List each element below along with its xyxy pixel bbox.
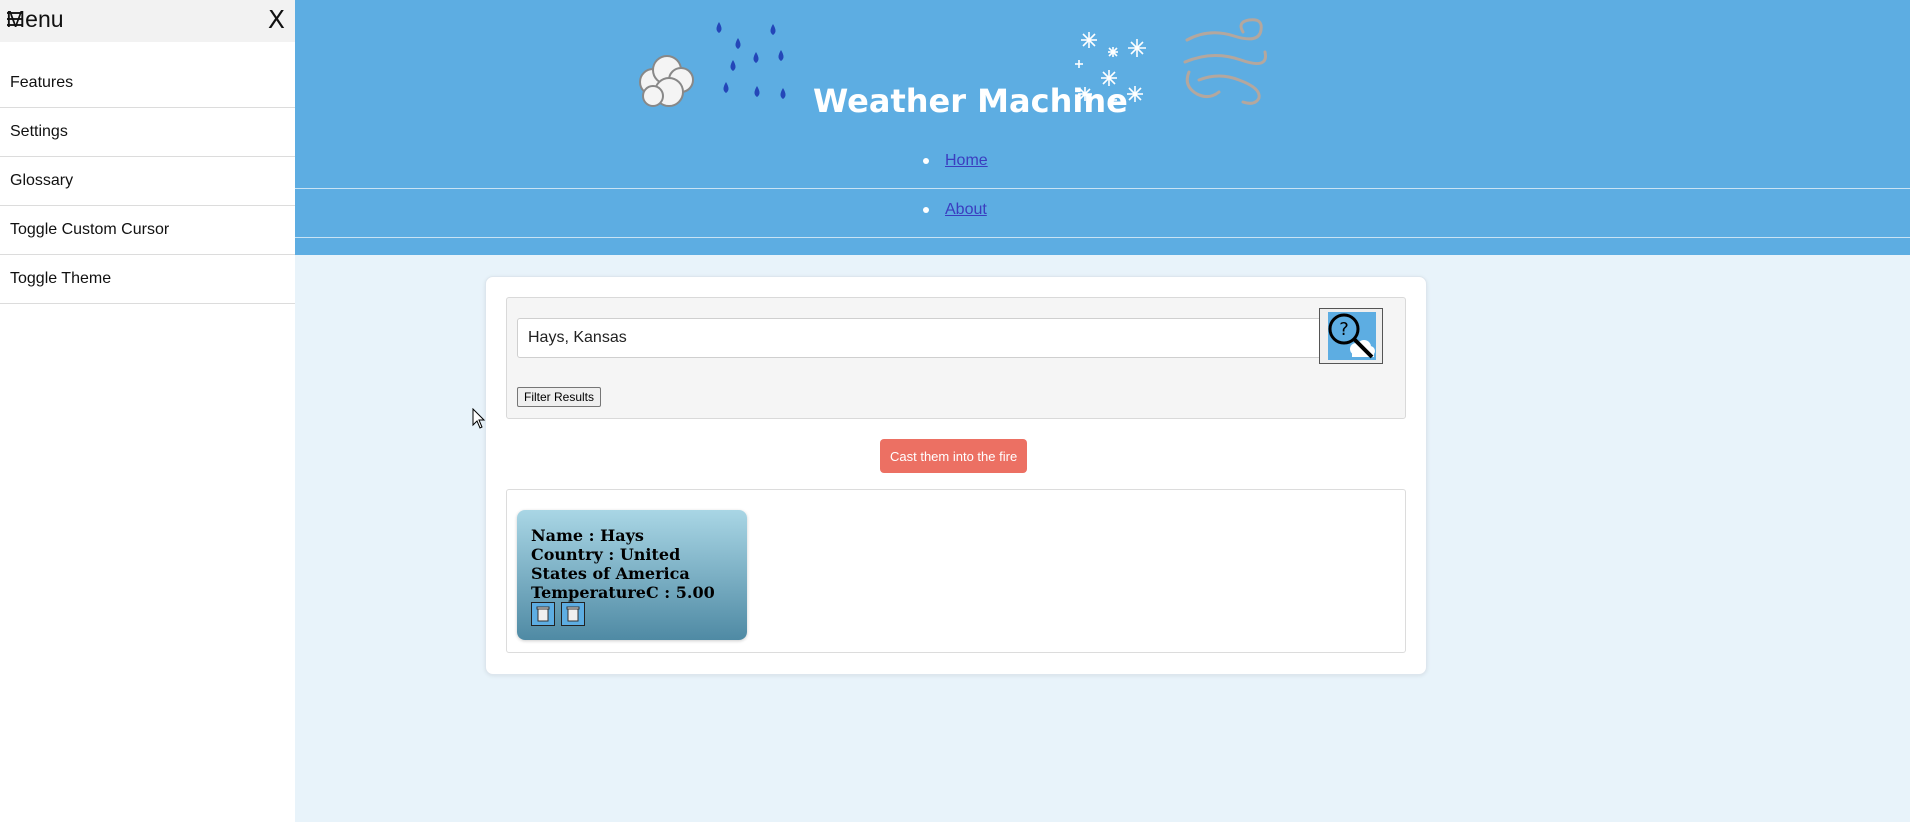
search-button[interactable]: ? — [1319, 308, 1383, 364]
menu-title: Menu — [6, 6, 64, 32]
card-actions — [531, 602, 587, 626]
sidebar-item-settings[interactable]: Settings — [0, 108, 295, 157]
sidebar-item-toggle-theme[interactable]: Toggle Theme — [0, 255, 295, 304]
nav-link-about[interactable]: About — [945, 201, 987, 219]
results-container: Name : Hays Country : United States of A… — [506, 489, 1406, 653]
trash-icon[interactable] — [561, 602, 586, 626]
nav-link-home[interactable]: Home — [945, 152, 988, 170]
sidebar-item-glossary[interactable]: Glossary — [0, 157, 295, 206]
main-nav: Home About — [295, 140, 1910, 238]
city-country: Country : United States of America — [531, 545, 690, 583]
filter-results-button[interactable]: Filter Results — [517, 387, 602, 407]
nav-item-home: Home — [295, 140, 1910, 189]
bullet-icon — [923, 158, 929, 164]
close-menu-button[interactable]: X — [268, 5, 285, 34]
sidebar-menu: Features Settings Glossary Toggle Custom… — [0, 59, 295, 304]
nav-item-about: About — [295, 189, 1910, 238]
sidebar: Menu X Features Settings Glossary Toggle… — [0, 0, 295, 822]
magnifier-question-icon: ? — [1328, 312, 1376, 360]
sidebar-header: Menu X — [0, 0, 295, 42]
svg-text:?: ? — [1339, 319, 1349, 340]
weather-card: ? Filter Results Cast them into the fire… — [485, 276, 1427, 675]
wind-icon — [1183, 18, 1267, 105]
sidebar-item-toggle-custom-cursor[interactable]: Toggle Custom Cursor — [0, 206, 295, 255]
city-result-card[interactable]: Name : Hays Country : United States of A… — [517, 510, 747, 640]
rain-icon — [716, 22, 786, 99]
snow-icon — [1075, 32, 1146, 104]
location-search-input[interactable] — [517, 318, 1323, 358]
sidebar-item-features[interactable]: Features — [0, 59, 295, 108]
trash-icon[interactable] — [531, 602, 555, 626]
site-header: Weather Machine Home About — [295, 0, 1910, 255]
cloud-icon — [639, 55, 694, 107]
city-temperature: TemperatureC : 5.00 — [531, 583, 715, 602]
city-info: Name : Hays Country : United States of A… — [531, 526, 736, 602]
search-panel: ? Filter Results — [506, 297, 1406, 419]
city-name: Name : Hays — [531, 526, 644, 545]
mouse-cursor-icon — [472, 408, 486, 429]
bullet-icon — [923, 207, 929, 213]
clear-results-button[interactable]: Cast them into the fire — [880, 439, 1028, 473]
